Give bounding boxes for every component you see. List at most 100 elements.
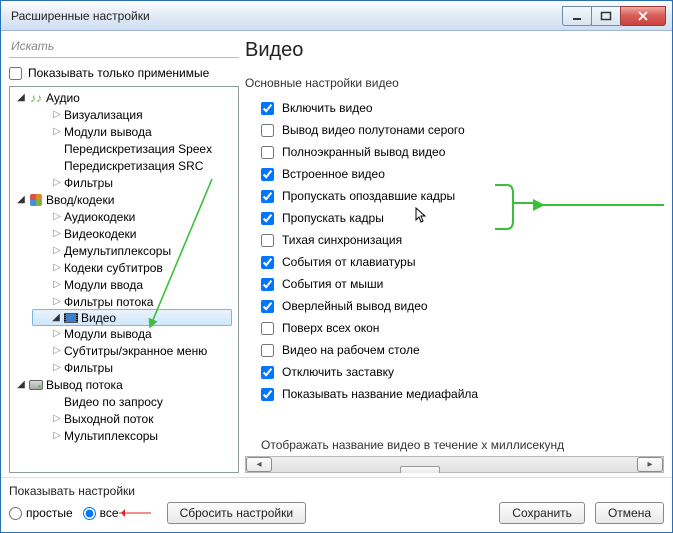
tree-item[interactable]: ▷Визуализация (10, 106, 238, 123)
collapse-icon[interactable]: ◢ (14, 92, 28, 103)
tree-item[interactable]: ▷Фильтры (10, 359, 238, 376)
option-row[interactable]: Оверлейный вывод видео (245, 295, 664, 317)
collapse-icon[interactable]: ◢ (14, 194, 28, 205)
tree-item[interactable]: ▷Модули вывода (10, 123, 238, 140)
section-label: Основные настройки видео (245, 76, 664, 90)
option-row[interactable]: Видео на рабочем столе (245, 339, 664, 361)
option-checkbox[interactable] (261, 256, 274, 269)
expand-icon[interactable]: ▷ (50, 328, 64, 339)
tree-item[interactable]: ▷Демультиплексоры (10, 242, 238, 259)
option-row[interactable]: Поверх всех окон (245, 317, 664, 339)
show-settings-radios: простые все Сбросить настройки (9, 502, 306, 524)
tree-item[interactable]: ◢ Вывод потока (10, 376, 238, 393)
tree-item[interactable]: ▷Видеокодеки (10, 225, 238, 242)
radio-all-input[interactable] (83, 507, 96, 520)
expand-icon[interactable]: ▷ (50, 296, 64, 307)
option-checkbox[interactable] (261, 124, 274, 137)
tree-item[interactable]: ◢Видео (32, 309, 232, 326)
expand-icon[interactable]: ▷ (50, 362, 64, 373)
collapse-icon[interactable]: ◢ (49, 312, 63, 323)
tree-item[interactable]: Передискретизация Speex (10, 140, 238, 157)
radio-all[interactable]: все (83, 506, 119, 520)
option-row[interactable]: События от клавиатуры (245, 251, 664, 273)
tree-item[interactable]: ▷Мультиплексоры (10, 427, 238, 444)
tree-item[interactable]: ▷Модули ввода (10, 276, 238, 293)
radio-simple-input[interactable] (9, 507, 22, 520)
option-label: Встроенное видео (282, 167, 385, 181)
tree-item[interactable]: ▷Фильтры потока (10, 293, 238, 310)
option-row[interactable]: Полноэкранный вывод видео (245, 141, 664, 163)
tree-item[interactable]: ▷Выходной поток (10, 410, 238, 427)
tree-item-label: Аудио (46, 91, 80, 105)
titlebar[interactable]: Расширенные настройки (1, 1, 672, 31)
tree-item[interactable]: ▷Субтитры/экранное меню (10, 342, 238, 359)
expand-icon[interactable]: ▷ (50, 126, 64, 137)
option-row[interactable]: Отключить заставку (245, 361, 664, 383)
show-only-applicable-checkbox[interactable]: Показывать только применимые (9, 66, 239, 80)
option-row[interactable]: Пропускать опоздавшие кадры (245, 185, 664, 207)
expand-icon[interactable]: ▷ (50, 109, 64, 120)
expand-icon[interactable]: ▷ (50, 262, 64, 273)
tree-item[interactable]: Видео по запросу (10, 393, 238, 410)
option-checkbox[interactable] (261, 322, 274, 335)
option-checkbox[interactable] (261, 388, 274, 401)
option-label: Пропускать кадры (282, 211, 384, 225)
reset-button[interactable]: Сбросить настройки (167, 502, 306, 524)
option-checkbox[interactable] (261, 168, 274, 181)
expand-icon[interactable]: ▷ (50, 430, 64, 441)
option-label: Пропускать опоздавшие кадры (282, 189, 455, 203)
scroll-right-button[interactable]: ▸ (637, 457, 663, 472)
tree-item[interactable]: ◢Ввод/кодеки (10, 191, 238, 208)
radio-simple[interactable]: простые (9, 506, 73, 520)
window-buttons (563, 6, 666, 26)
expand-icon[interactable]: ▷ (50, 211, 64, 222)
tree-item[interactable]: ▷Модули вывода (10, 325, 238, 342)
option-checkbox[interactable] (261, 212, 274, 225)
audio-icon: ♪♪ (28, 91, 44, 105)
tree-item[interactable]: ◢♪♪Аудио (10, 89, 238, 106)
option-label: Поверх всех окон (282, 321, 379, 335)
option-checkbox[interactable] (261, 366, 274, 379)
close-button[interactable] (620, 6, 666, 26)
minimize-button[interactable] (562, 6, 592, 26)
radio-all-label: все (100, 506, 119, 520)
expand-icon[interactable]: ▷ (50, 413, 64, 424)
maximize-button[interactable] (591, 6, 621, 26)
tree-item[interactable]: ▷Кодеки субтитров (10, 259, 238, 276)
option-row[interactable]: События от мыши (245, 273, 664, 295)
output-icon (28, 378, 44, 392)
option-row[interactable]: Тихая синхронизация (245, 229, 664, 251)
show-only-applicable-check[interactable] (9, 67, 22, 80)
expand-icon[interactable]: ▷ (50, 345, 64, 356)
option-checkbox[interactable] (261, 102, 274, 115)
option-checkbox[interactable] (261, 278, 274, 291)
horizontal-scrollbar[interactable]: ◂ ▸ (245, 456, 664, 473)
search-input[interactable]: Искать (9, 39, 239, 58)
cancel-button[interactable]: Отмена (595, 502, 664, 524)
tree-item-label: Выходной поток (64, 412, 153, 426)
option-row[interactable]: Пропускать кадры (245, 207, 664, 229)
option-row[interactable]: Включить видео (245, 97, 664, 119)
expand-icon[interactable]: ▷ (50, 228, 64, 239)
scroll-thumb[interactable] (400, 466, 440, 474)
option-row[interactable]: Встроенное видео (245, 163, 664, 185)
tree-item[interactable]: ▷Аудиокодеки (10, 208, 238, 225)
category-tree[interactable]: ◢♪♪Аудио▷Визуализация▷Модули выводаПеред… (9, 86, 239, 473)
option-checkbox[interactable] (261, 190, 274, 203)
option-checkbox[interactable] (261, 300, 274, 313)
scroll-left-button[interactable]: ◂ (246, 457, 272, 472)
show-settings-group: Показывать настройки простые все Сбросит… (9, 484, 306, 524)
expand-icon[interactable]: ▷ (50, 279, 64, 290)
collapse-icon[interactable]: ◢ (14, 379, 28, 390)
expand-icon[interactable]: ▷ (50, 177, 64, 188)
option-checkbox[interactable] (261, 146, 274, 159)
tree-item-label: Вывод потока (46, 378, 123, 392)
expand-icon[interactable]: ▷ (50, 245, 64, 256)
option-row[interactable]: Показывать название медиафайла (245, 383, 664, 405)
save-button[interactable]: Сохранить (499, 502, 585, 524)
tree-item[interactable]: ▷Фильтры (10, 174, 238, 191)
option-row[interactable]: Вывод видео полутонами серого (245, 119, 664, 141)
tree-item[interactable]: Передискретизация SRC (10, 157, 238, 174)
option-checkbox[interactable] (261, 234, 274, 247)
option-checkbox[interactable] (261, 344, 274, 357)
